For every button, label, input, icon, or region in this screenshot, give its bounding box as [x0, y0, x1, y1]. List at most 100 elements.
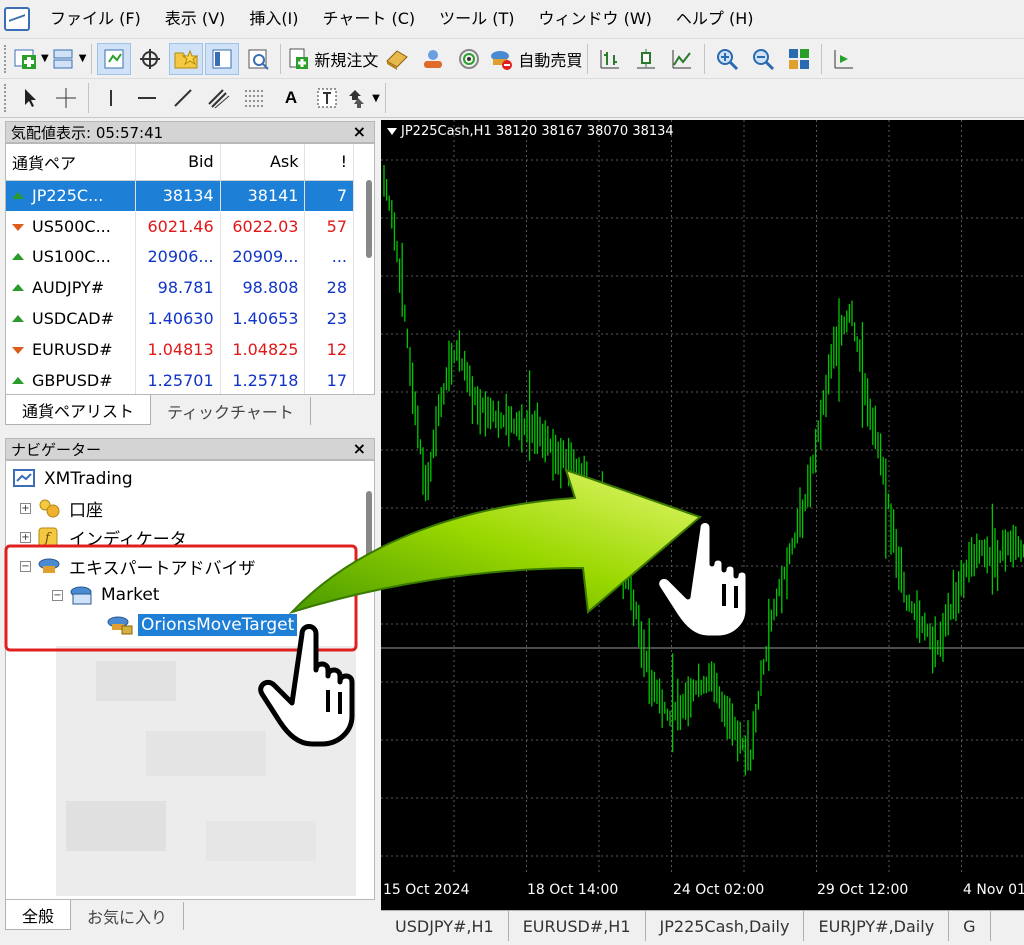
navigator-item-expert-advisors[interactable]: − エキスパートアドバイザ	[20, 552, 256, 580]
navigator-item-orionsmovetarget[interactable]: OrionsMoveTarget	[106, 611, 298, 639]
column-header-spread[interactable]: !	[304, 144, 354, 181]
tab-tick-chart[interactable]: ティックチャート	[151, 397, 311, 425]
close-icon[interactable]: ×	[353, 122, 366, 141]
data-window-toggle[interactable]	[133, 43, 167, 75]
navigator-root[interactable]: XMTrading	[12, 465, 133, 493]
expand-icon[interactable]: +	[20, 502, 31, 514]
chart-shift-button[interactable]	[827, 43, 861, 75]
navigator-toggle[interactable]	[169, 42, 204, 75]
chevron-down-icon[interactable]: ▼	[372, 93, 380, 104]
chart-tab-eurusd[interactable]: EURUSD#,H1	[509, 911, 646, 941]
menu-window[interactable]: ウィンドウ (W)	[526, 0, 663, 38]
arrows-button[interactable]: ▼	[346, 82, 380, 114]
navigator-item-market[interactable]: − Market	[52, 581, 159, 609]
candlestick-icon	[637, 48, 656, 68]
strategy-tester-toggle[interactable]	[241, 43, 275, 75]
symbol-cell[interactable]: EURUSD#	[6, 333, 136, 365]
market-watch-toggle[interactable]	[97, 42, 132, 75]
collapse-icon[interactable]: −	[20, 560, 31, 572]
trendline-button[interactable]	[166, 82, 200, 114]
profiles-button[interactable]: ▼	[51, 43, 87, 75]
signals-button[interactable]	[452, 43, 486, 75]
new-order-button[interactable]: 新規注文	[286, 43, 378, 75]
chevron-down-icon[interactable]: ▼	[79, 53, 87, 64]
navigator-scrollbar[interactable]	[366, 491, 372, 581]
tab-symbols[interactable]: 通貨ペアリスト	[5, 395, 152, 425]
chevron-down-icon[interactable]: ▼	[41, 53, 49, 64]
table-row[interactable]: USDCAD# 1.40630 1.40653 23	[6, 303, 354, 334]
collapse-icon[interactable]: −	[52, 589, 63, 601]
candle-chart-button[interactable]	[629, 43, 663, 75]
bid-cell: 38134	[135, 180, 221, 211]
chart-window[interactable]: JP225Cash,H1 38120 38167 38070 38134 15 …	[381, 120, 1024, 910]
toolbar-separator	[280, 43, 282, 74]
text-button[interactable]: A	[274, 82, 308, 114]
market-watch-scrollbar[interactable]	[366, 180, 372, 258]
metaeditor-button[interactable]	[380, 43, 414, 75]
table-row[interactable]: JP225C... 38134 38141 7	[6, 180, 354, 211]
menu-view[interactable]: 表示 (V)	[153, 0, 238, 38]
chart-tab-jp225cash[interactable]: JP225Cash,Daily	[646, 911, 805, 941]
table-row[interactable]: US100C... 20906... 20909......	[6, 241, 354, 273]
menu-insert[interactable]: 挿入(I)	[237, 0, 310, 38]
toolbar-grip[interactable]	[4, 84, 8, 112]
navigator-item-indicators[interactable]: + f インディケータ	[20, 523, 187, 551]
bid-cell: 6021.46	[135, 210, 221, 242]
horizontal-line-button[interactable]	[130, 82, 164, 114]
fibonacci-button[interactable]	[238, 82, 272, 114]
terminal-toggle[interactable]	[205, 42, 240, 75]
auto-trading-button[interactable]: 自動売買	[488, 43, 582, 75]
bar-chart-button[interactable]	[593, 43, 627, 75]
blurred-area	[146, 731, 266, 776]
x-axis-label: 4 Nov 01:	[963, 882, 1024, 898]
cursor-button[interactable]	[13, 82, 47, 114]
spread-cell: 28	[304, 272, 354, 304]
column-header-bid[interactable]: Bid	[135, 144, 221, 181]
navigator-item-accounts[interactable]: + 口座	[20, 494, 103, 522]
tab-common[interactable]: 全般	[5, 900, 72, 930]
line-chart-button[interactable]	[665, 43, 699, 75]
toolbar-grip[interactable]	[4, 44, 8, 73]
table-row[interactable]: EURUSD# 1.04813 1.04825 12	[6, 333, 354, 365]
symbol-cell[interactable]: JP225C...	[6, 180, 136, 211]
menu-file[interactable]: ファイル (F)	[38, 0, 153, 38]
new-chart-button[interactable]: ▼	[13, 43, 49, 75]
table-row[interactable]: AUDJPY# 98.781 98.808 28	[6, 272, 354, 304]
symbol-cell[interactable]: US100C...	[6, 241, 136, 273]
zoom-in-button[interactable]	[710, 43, 744, 75]
symbol-cell[interactable]: AUDJPY#	[6, 272, 136, 304]
chart-menu-icon[interactable]	[387, 128, 397, 135]
column-header-symbol[interactable]: 通貨ペア	[6, 144, 136, 181]
symbol-cell[interactable]: US500C...	[6, 210, 136, 242]
text-label-button[interactable]	[310, 82, 344, 114]
navigator-item-label: エキスパートアドバイザ	[69, 558, 256, 579]
symbol-name: USDCAD#	[32, 309, 115, 329]
bid-cell: 20906...	[135, 241, 221, 273]
menu-help[interactable]: ヘルプ (H)	[664, 0, 766, 38]
column-header-ask[interactable]: Ask	[220, 144, 306, 181]
zoom-out-button[interactable]	[746, 43, 780, 75]
tab-favorites[interactable]: お気に入り	[71, 902, 185, 930]
menu-chart[interactable]: チャート (C)	[311, 0, 428, 38]
table-row[interactable]: GBPUSD# 1.25701 1.25718 17	[6, 364, 354, 394]
symbol-cell[interactable]: USDCAD#	[6, 303, 136, 334]
symbol-cell[interactable]: GBPUSD#	[6, 364, 136, 394]
new-chart-icon	[14, 49, 36, 69]
price-down-arrow-icon	[12, 223, 24, 231]
equidistant-channel-button[interactable]	[202, 82, 236, 114]
chart-tab-eurjpy[interactable]: EURJPY#,Daily	[804, 911, 950, 941]
chart-tab-usdjpy[interactable]: USDJPY#,H1	[381, 911, 509, 941]
table-row[interactable]: US500C... 6021.46 6022.03 57	[6, 210, 354, 242]
crosshair-button[interactable]	[49, 82, 83, 114]
text-tool-icon: A	[284, 88, 298, 107]
vertical-line-button[interactable]	[94, 82, 128, 114]
ask-cell: 38141	[220, 180, 306, 211]
tile-windows-button[interactable]	[782, 43, 816, 75]
menu-tools[interactable]: ツール (T)	[427, 0, 526, 38]
menu-bar: ファイル (F) 表示 (V) 挿入(I) チャート (C) ツール (T) ウ…	[0, 0, 1024, 38]
community-button[interactable]	[416, 43, 450, 75]
close-icon[interactable]: ×	[353, 439, 366, 458]
chart-tab-more[interactable]: G	[949, 911, 991, 941]
expand-icon[interactable]: +	[20, 531, 31, 543]
navigator-item-label: Market	[101, 585, 160, 605]
